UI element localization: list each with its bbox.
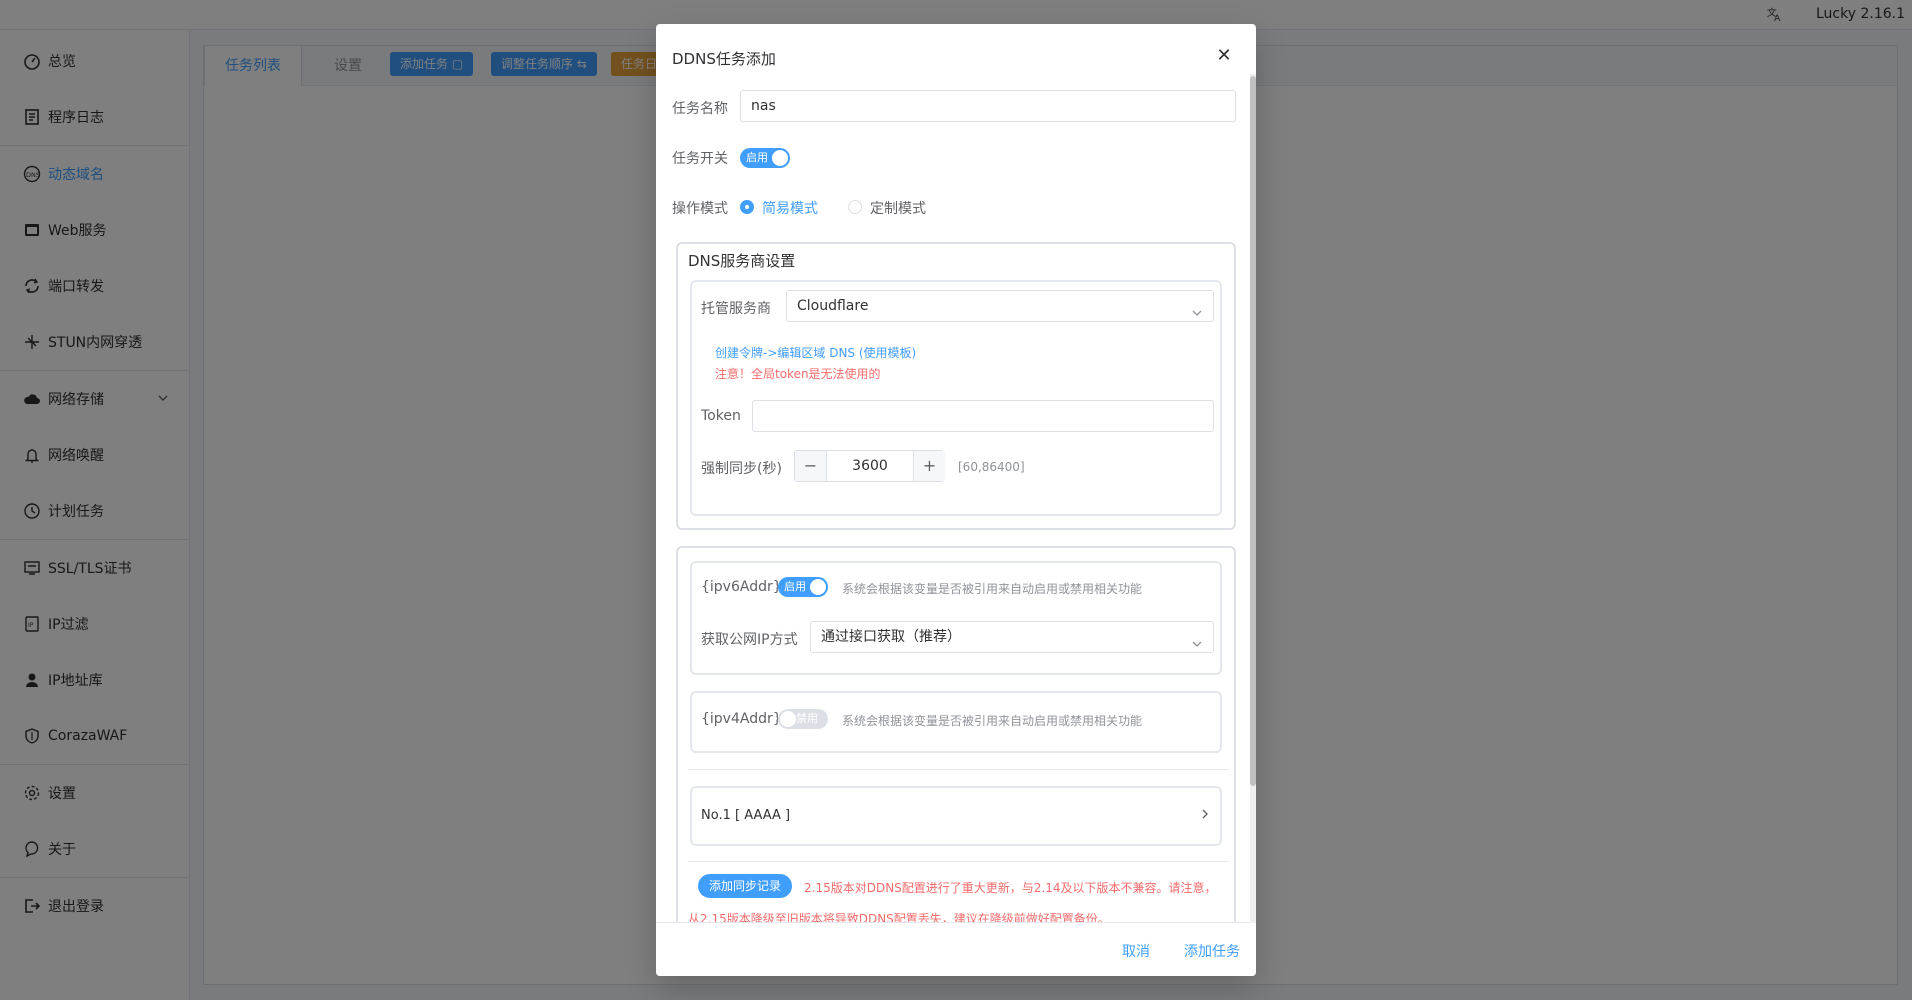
dialog-footer: [656, 923, 1256, 976]
increment-button[interactable]: +: [913, 451, 945, 481]
task-switch-toggle[interactable]: 启用: [740, 148, 790, 168]
chevron-right-icon: [1198, 807, 1212, 821]
token-label: Token: [701, 408, 741, 424]
update-notice-line-1: 2.15版本对DDNS配置进行了重大更新，与2.14及以下版本不兼容。请注意，: [804, 881, 1217, 895]
switch-off-label: 禁用: [796, 712, 818, 725]
add-sync-record-button[interactable]: 添加同步记录: [698, 874, 793, 898]
mode-label: 操作模式: [672, 201, 728, 217]
ipv6-label: {ipv6Addr}: [701, 579, 782, 595]
task-name-input[interactable]: [740, 90, 1236, 122]
ipv4-switch-toggle[interactable]: 禁用: [778, 709, 828, 729]
public-ip-value: 通过接口获取（推荐）: [821, 629, 961, 645]
token-warning: 注意！全局token是无法使用的: [715, 367, 881, 381]
token-input[interactable]: [752, 400, 1214, 432]
chevron-down-icon: [1191, 300, 1203, 316]
switch-on-label: 启用: [746, 151, 768, 164]
force-sync-range: [60,86400]: [958, 460, 1025, 474]
ipv4-card: {ipv4Addr} 禁用 系统会根据该变量是否被引用来自动启用或禁用相关功能: [690, 691, 1222, 753]
switch-on-label: 启用: [784, 580, 806, 593]
task-switch-label: 任务开关: [672, 151, 728, 167]
divider: [688, 861, 1228, 862]
force-sync-stepper: − 3600 +: [794, 450, 945, 482]
provider-value: Cloudflare: [797, 298, 869, 314]
dialog-title: DDNS任务添加: [672, 50, 776, 68]
mode-custom-radio[interactable]: [848, 200, 862, 214]
switch-knob: [772, 150, 788, 166]
decrement-button[interactable]: −: [795, 451, 827, 481]
ipv6-hint: 系统会根据该变量是否被引用来自动启用或禁用相关功能: [842, 582, 1143, 596]
public-ip-label: 获取公网IP方式: [701, 632, 798, 648]
ipv6-switch-toggle[interactable]: 启用: [778, 577, 828, 597]
ipv6-card: {ipv6Addr} 启用 系统会根据该变量是否被引用来自动启用或禁用相关功能 …: [690, 561, 1222, 675]
public-ip-select[interactable]: 通过接口获取（推荐）: [810, 621, 1214, 653]
provider-select[interactable]: Cloudflare: [786, 290, 1214, 322]
record-item-label: No.1 [ AAAA ]: [701, 808, 791, 823]
create-token-link[interactable]: 创建令牌->编辑区域 DNS (使用模板): [715, 344, 916, 361]
force-sync-value[interactable]: 3600: [827, 451, 913, 481]
switch-knob: [780, 711, 796, 727]
ipv4-label: {ipv4Addr}: [701, 711, 782, 727]
dns-provider-card: 托管服务商 Cloudflare 创建令牌->编辑区域 DNS (使用模板) 注…: [690, 280, 1222, 516]
mode-simple-radio[interactable]: [740, 200, 754, 214]
chevron-down-icon: [1191, 631, 1203, 647]
divider: [688, 769, 1228, 770]
switch-knob: [810, 579, 826, 595]
force-sync-label: 强制同步(秒): [701, 461, 782, 477]
dialog-scrollbar-thumb[interactable]: [1250, 76, 1256, 786]
mode-simple-label[interactable]: 简易模式: [762, 198, 818, 218]
ddns-add-dialog: DDNS任务添加 ✕ 任务名称 任务开关 启用 操作模式 简易模式 定制模式 D…: [656, 24, 1256, 976]
provider-label: 托管服务商: [701, 301, 771, 317]
ip-variable-group: {ipv6Addr} 启用 系统会根据该变量是否被引用来自动启用或禁用相关功能 …: [676, 546, 1236, 946]
dialog-footer-divider: [656, 922, 1250, 923]
record-item-card[interactable]: No.1 [ AAAA ]: [690, 786, 1222, 846]
submit-add-task-button[interactable]: 添加任务: [1184, 941, 1240, 961]
dns-section-title: DNS服务商设置: [688, 252, 796, 270]
close-icon[interactable]: ✕: [1212, 44, 1236, 68]
ipv4-hint: 系统会根据该变量是否被引用来自动启用或禁用相关功能: [842, 714, 1143, 728]
mode-custom-label[interactable]: 定制模式: [870, 198, 926, 218]
task-name-label: 任务名称: [672, 101, 728, 117]
dns-provider-group: DNS服务商设置 托管服务商 Cloudflare 创建令牌->编辑区域 DNS…: [676, 242, 1236, 530]
cancel-button[interactable]: 取消: [1122, 941, 1150, 961]
